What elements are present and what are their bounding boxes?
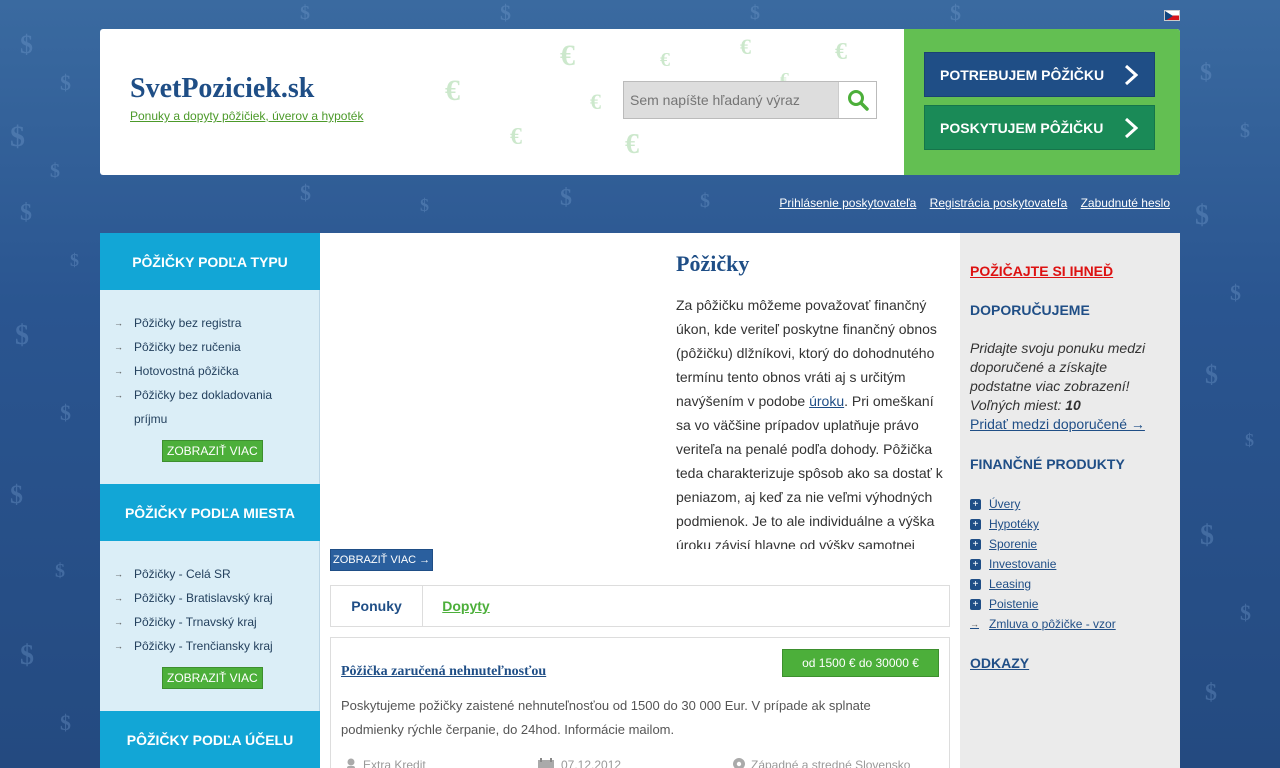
add-to-recommended-link[interactable]: Pridať medzi doporučené → <box>970 416 1145 432</box>
list-by-place: Pôžičky - Celá SR Pôžičky - Bratislavský… <box>100 562 320 658</box>
provide-loan-button[interactable]: POSKYTUJEM PÔŽIČKU <box>924 105 1155 150</box>
offer-card: Pôžička zaručená nehnuteľnosťou od 1500 … <box>330 637 950 768</box>
chevron-right-icon <box>1124 64 1138 86</box>
plus-icon: + <box>970 578 981 590</box>
search-box <box>623 81 877 119</box>
show-more-by-type-button[interactable]: ZOBRAZIŤ VIAC <box>162 440 263 462</box>
location-pin-icon <box>733 758 745 768</box>
offer-range-badge[interactable]: od 1500 € do 30000 € <box>782 649 939 677</box>
tab-bar: Ponuky Dopyty <box>330 585 950 627</box>
czech-flag-icon[interactable] <box>1164 10 1180 21</box>
user-icon <box>347 758 355 768</box>
plus-icon: + <box>970 538 981 550</box>
tab-offers[interactable]: Ponuky <box>331 586 423 626</box>
product-item[interactable]: + Poistenie <box>970 594 1116 614</box>
forgot-password-link[interactable]: Zabudnuté heslo <box>1081 196 1170 210</box>
account-links: Prihlásenie poskytovateľa Registrácia po… <box>769 196 1170 210</box>
section-title-by-place[interactable]: PÔŽIČKY PODĽA MIESTA <box>100 484 320 541</box>
chevron-right-icon <box>1124 117 1138 139</box>
links-heading[interactable]: ODKAZY <box>970 655 1029 671</box>
need-loan-button[interactable]: POTREBUJEM PÔŽIČKU <box>924 52 1155 97</box>
offer-description: Poskytujeme požičky zaistené nehnuteľnos… <box>341 698 871 737</box>
need-loan-label: POTREBUJEM PÔŽIČKU <box>940 66 1105 83</box>
free-slots-count: 10 <box>1065 397 1081 413</box>
offer-location: Západné a stredné Slovensko <box>733 758 910 768</box>
plus-icon: + <box>970 598 981 610</box>
provider-login-link[interactable]: Prihlásenie poskytovateľa <box>779 196 916 210</box>
intro-text: Za pôžičku môžeme považovať finančný úko… <box>676 297 943 549</box>
sidebar-item[interactable]: Pôžičky bez ručenia <box>114 335 320 359</box>
offer-date: 07.12.2012 <box>537 758 621 768</box>
products-list: + Úvery + Hypotéky + Sporenie + Investovanie… <box>970 494 1116 634</box>
header: € € € € € € € € € € SvetPoziciek.sk Ponu… <box>100 29 1180 175</box>
offer-author: Extra Kredit <box>345 758 426 768</box>
tab-demands[interactable]: Dopyty <box>423 586 509 626</box>
calendar-icon <box>538 758 554 768</box>
search-icon <box>847 90 869 111</box>
product-item[interactable]: + Úvery <box>970 494 1116 514</box>
left-sidebar: PÔŽIČKY PODĽA TYPU Pôžičky bez registra … <box>100 233 320 768</box>
site-tagline[interactable]: Ponuky a dopyty pôžičiek, úverov a hypot… <box>130 109 363 123</box>
plus-icon: + <box>970 498 981 510</box>
product-item[interactable]: + Investovanie <box>970 554 1116 574</box>
offer-title-link[interactable]: Pôžička zaručená nehnuteľnosťou <box>341 664 546 680</box>
arrow-right-icon: → <box>970 619 979 629</box>
recommend-text: Pridajte svoju ponuku medzi doporučené a… <box>970 340 1146 413</box>
contract-template-link[interactable]: → Zmluva o pôžičke - vzor <box>970 614 1116 634</box>
plus-icon: + <box>970 558 981 570</box>
sidebar-item[interactable]: Pôžičky - Trnavský kraj <box>114 610 320 634</box>
provide-loan-label: POSKYTUJEM PÔŽIČKU <box>940 119 1104 136</box>
product-item[interactable]: + Sporenie <box>970 534 1116 554</box>
borrow-now-link[interactable]: POŽIČAJTE SI IHNEĎ <box>970 263 1113 279</box>
sidebar-item[interactable]: Pôžičky - Trenčiansky kraj <box>114 634 320 658</box>
page-title: Pôžičky <box>676 251 750 276</box>
list-by-type: Pôžičky bez registra Pôžičky bez ručenia… <box>100 311 320 431</box>
search-input[interactable] <box>624 82 838 118</box>
product-item[interactable]: + Hypotéky <box>970 514 1116 534</box>
site-logo[interactable]: SvetPoziciek.sk <box>130 73 314 105</box>
provider-register-link[interactable]: Registrácia poskytovateľa <box>930 196 1068 210</box>
sidebar-item[interactable]: Pôžičky bez dokladovania príjmu <box>114 383 294 431</box>
section-title-by-type[interactable]: PÔŽIČKY PODĽA TYPU <box>100 233 320 290</box>
sidebar-item[interactable]: Pôžičky - Celá SR <box>114 562 320 586</box>
interest-link[interactable]: úroku <box>809 393 844 409</box>
cta-panel: POTREBUJEM PÔŽIČKU POSKYTUJEM PÔŽIČKU <box>904 29 1180 175</box>
product-item[interactable]: + Leasing <box>970 574 1116 594</box>
section-title-by-purpose[interactable]: PÔŽIČKY PODĽA ÚČELU <box>100 711 320 768</box>
sidebar-item[interactable]: Pôžičky - Bratislavský kraj <box>114 586 320 610</box>
sidebar-item[interactable]: Hotovostná pôžička <box>114 359 320 383</box>
search-button[interactable] <box>838 82 876 118</box>
products-heading: FINANČNÉ PRODUKTY <box>970 456 1125 472</box>
main-container: PÔŽIČKY PODĽA TYPU Pôžičky bez registra … <box>100 233 1180 768</box>
plus-icon: + <box>970 518 981 530</box>
sidebar-item[interactable]: Pôžičky bez registra <box>114 311 320 335</box>
show-more-by-place-button[interactable]: ZOBRAZIŤ VIAC <box>162 667 263 689</box>
right-sidebar: POŽIČAJTE SI IHNEĎ DOPORUČUJEME Pridajte… <box>960 233 1180 768</box>
recommend-heading: DOPORUČUJEME <box>970 302 1090 318</box>
show-more-text-button[interactable]: ZOBRAZIŤ VIAC → <box>330 549 434 571</box>
